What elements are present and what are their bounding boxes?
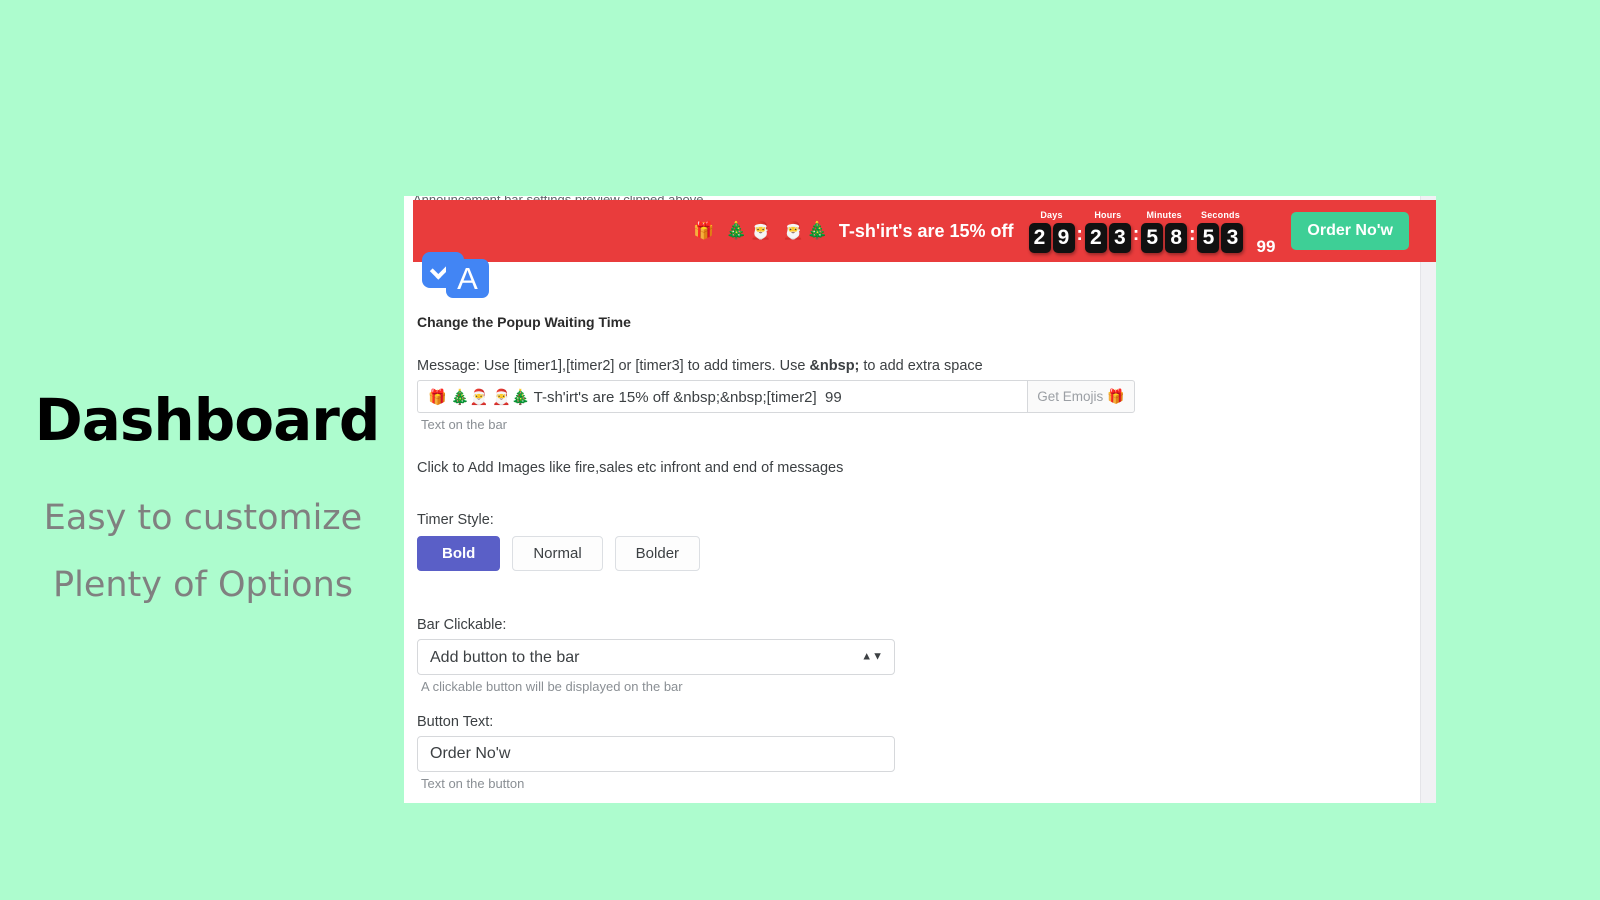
button-text-block: Button Text: Text on the button [417, 714, 1417, 791]
timer-label-hours: Hours [1094, 209, 1122, 220]
bar-emoji-group: 🎁 🎄🎅 🎅🎄 [693, 221, 831, 241]
timer-digit: 5 [1197, 222, 1220, 253]
get-emojis-label: Get Emojis [1037, 389, 1104, 404]
timer-group-minutes: Minutes 5 8 [1140, 210, 1188, 253]
timer-separator: : [1132, 223, 1140, 245]
bar-clickable-label: Bar Clickable: [417, 617, 507, 633]
page-title: Dashboard [34, 386, 381, 454]
button-text-input[interactable] [417, 736, 895, 772]
timer-style-normal-button[interactable]: Normal [512, 536, 603, 571]
message-help-text: Text on the bar [421, 417, 507, 432]
promo-panel: Dashboard Easy to customize Plenty of Op… [0, 390, 400, 619]
letter-a-badge-icon: A [446, 259, 489, 298]
timer-group-seconds: Seconds 5 3 [1196, 210, 1244, 253]
timer-style-label: Timer Style: [417, 512, 494, 528]
timer-digit: 5 [1141, 222, 1164, 253]
bar-message-text: T-sh'irt's are 15% off [838, 220, 1014, 241]
settings-form: Change the Popup Waiting Time Message: U… [417, 314, 1417, 791]
message-label-bold: &nbsp; [809, 358, 860, 374]
promo-subtitle-1: Easy to customize [43, 497, 363, 538]
timer-style-button-group: Bold Normal Bolder [417, 536, 1417, 571]
timer-separator: : [1076, 223, 1083, 245]
get-emojis-button[interactable]: Get Emojis 🎁 [1027, 380, 1135, 413]
bar-clickable-block: Bar Clickable: Add button to the barMake… [417, 617, 1417, 694]
button-text-label: Button Text: [417, 714, 494, 730]
timer-separator: : [1189, 223, 1196, 245]
bar-clickable-select-wrap: Add button to the barMake whole bar clic… [417, 639, 895, 675]
timer-style-bolder-button[interactable]: Bolder [614, 536, 701, 571]
button-text-help: Text on the button [421, 776, 525, 791]
timer-label-minutes: Minutes [1146, 209, 1182, 220]
add-images-note[interactable]: Click to Add Images like fire,sales etc … [417, 460, 1417, 476]
panel-scrollbar[interactable] [1420, 196, 1436, 803]
timer-style-block: Timer Style: Bold Normal Bolder [417, 512, 1417, 571]
section-heading: Change the Popup Waiting Time [417, 314, 631, 330]
timer-digit: 9 [1052, 222, 1075, 253]
promo-subtitle-2: Plenty of Options [52, 565, 353, 606]
message-label-prefix: Message: Use [timer1],[timer2] or [timer… [417, 358, 810, 374]
countdown-timer: Days 2 9: Hours 2 3: Minutes 5 8: Seconds 5 3 [1028, 210, 1245, 253]
timer-group-days: Days 2 9 [1028, 210, 1076, 253]
timer-group-hours: Hours 2 3 [1084, 210, 1132, 253]
timer-digits: 23 [1084, 222, 1132, 253]
message-label-suffix: to add extra space [859, 358, 983, 374]
timer-digits: 53 [1196, 222, 1244, 253]
timer-label-seconds: Seconds [1201, 209, 1240, 220]
grammarly-icon[interactable]: A [422, 252, 492, 298]
timer-digits: 29 [1028, 222, 1076, 253]
message-input[interactable] [417, 380, 1027, 413]
timer-digit: 2 [1028, 222, 1051, 253]
timer-digit: 3 [1221, 222, 1244, 253]
bar-cta-button[interactable]: Order No'w [1291, 212, 1409, 250]
gift-icon: 🎁 [1107, 388, 1125, 405]
timer-digit: 8 [1165, 222, 1188, 253]
announcement-bar-preview: 🎁 🎄🎅 🎅🎄 T-sh'irt's are 15% off Days 2 9: Ho… [413, 200, 1436, 262]
timer-label-days: Days [1040, 209, 1063, 220]
timer-style-bold-button[interactable]: Bold [417, 536, 501, 571]
app-panel: Announcement bar settings preview clippe… [404, 196, 1436, 803]
timer-digits: 58 [1140, 222, 1188, 253]
bar-clickable-select[interactable]: Add button to the barMake whole bar clic… [417, 639, 895, 675]
message-field-label: Message: Use [timer1],[timer2] or [timer… [417, 358, 1417, 374]
message-input-group: Get Emojis 🎁 [417, 380, 1135, 413]
timer-digit: 3 [1108, 222, 1131, 253]
timer-suffix-text: 99 [1256, 237, 1276, 256]
timer-digit: 2 [1084, 222, 1107, 253]
bar-clickable-help: A clickable button will be displayed on … [421, 679, 683, 694]
